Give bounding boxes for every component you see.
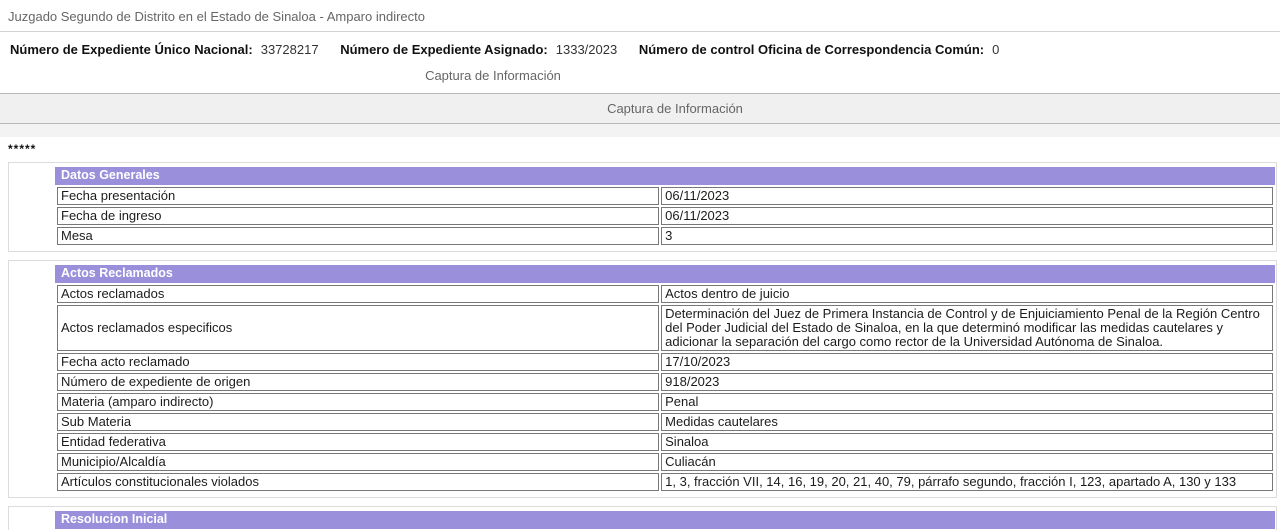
field-label: Mesa [57, 227, 660, 245]
field-label: Municipio/Alcaldía [57, 453, 660, 471]
table-row: Fecha acto reclamado 17/10/2023 [57, 353, 1273, 371]
control-oficina-value: 0 [992, 42, 1000, 57]
section-table: Fecha presentación 06/11/2023 Fecha de ing… [55, 185, 1275, 247]
field-label: Artículos constitucionales violados [57, 473, 660, 491]
field-value: Sinaloa [661, 433, 1273, 451]
sections: Datos Generales Fecha presentación 06/11/… [0, 162, 1280, 530]
form-section: Datos Generales Fecha presentación 06/11/… [8, 162, 1277, 252]
field-value: 06/11/2023 [661, 207, 1273, 225]
expediente-unico-label: Número de Expediente Único Nacional: [10, 42, 253, 57]
expediente-asignado-label: Número de Expediente Asignado: [340, 42, 548, 57]
field-label: Materia (amparo indirecto) [57, 393, 660, 411]
section-table: Actos reclamados Actos dentro de juicio Ac… [55, 283, 1275, 493]
field-value: Actos dentro de juicio [661, 285, 1273, 303]
table-row: Mesa 3 [57, 227, 1273, 245]
field-value: 1, 3, fracción VII, 14, 16, 19, 20, 21, … [661, 473, 1273, 491]
captura-panel-tab[interactable]: Captura de Información [0, 93, 1280, 124]
field-label: Fecha acto reclamado [57, 353, 660, 371]
page-subtitle: Captura de Información [425, 68, 561, 83]
expediente-summary: Número de Expediente Único Nacional: 3372… [0, 32, 1280, 62]
field-label: Fecha de ingreso [57, 207, 660, 225]
field-value: 3 [661, 227, 1273, 245]
table-row: Materia (amparo indirecto) Penal [57, 393, 1273, 411]
table-row: Entidad federativa Sinaloa [57, 433, 1273, 451]
field-value: 06/11/2023 [661, 187, 1273, 205]
table-row: Fecha de ingreso 06/11/2023 [57, 207, 1273, 225]
expediente-unico-value: 33728217 [260, 42, 319, 57]
control-oficina-label: Número de control Oficina de Corresponde… [638, 42, 985, 57]
table-row: Municipio/Alcaldía Culiacán [57, 453, 1273, 471]
table-row: Actos reclamados Actos dentro de juicio [57, 285, 1273, 303]
asterisks-marker: ***** [8, 142, 37, 156]
section-title: Actos Reclamados [55, 265, 1275, 283]
field-label: Actos reclamados especificos [57, 305, 660, 351]
field-value: 918/2023 [661, 373, 1273, 391]
field-value: Culiacán [661, 453, 1273, 471]
field-value: 17/10/2023 [661, 353, 1273, 371]
table-row: Sub Materia Medidas cautelares [57, 413, 1273, 431]
table-row: Artículos constitucionales violados 1, 3,… [57, 473, 1273, 491]
section-title: Resolucion Inicial [55, 511, 1275, 529]
field-value: Medidas cautelares [661, 413, 1273, 431]
field-label: Sub Materia [57, 413, 660, 431]
field-label: Número de expediente de origen [57, 373, 660, 391]
section-title: Datos Generales [55, 167, 1275, 185]
form-section: Resolucion Inicial [8, 506, 1277, 530]
table-row: Número de expediente de origen 918/2023 [57, 373, 1273, 391]
field-label: Actos reclamados [57, 285, 660, 303]
table-row: Fecha presentación 06/11/2023 [57, 187, 1273, 205]
field-value: Penal [661, 393, 1273, 411]
field-label: Fecha presentación [57, 187, 660, 205]
field-value: Determinación del Juez de Primera Instan… [661, 305, 1273, 351]
expediente-asignado-value: 1333/2023 [555, 42, 618, 57]
capture-page: { "header": { "court_title": "Juzgado Se… [0, 0, 1280, 530]
court-title: Juzgado Segundo de Distrito en el Estado… [0, 0, 1280, 32]
form-section: Actos Reclamados Actos reclamados Actos d… [8, 260, 1277, 498]
table-row: Actos reclamados especificos Determinació… [57, 305, 1273, 351]
divider-band [0, 124, 1280, 137]
field-label: Entidad federativa [57, 433, 660, 451]
